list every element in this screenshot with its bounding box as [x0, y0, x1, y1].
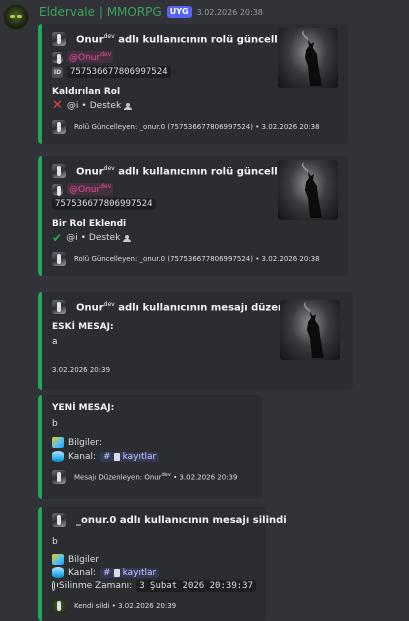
cross-icon: ✕ [52, 98, 63, 113]
info-icon [52, 554, 64, 565]
embed-thumbnail[interactable] [280, 300, 340, 360]
embed-footer: Mesajı Düzenleyen: Onurdev • 3.02.2026 2… [52, 470, 252, 484]
channel-mention[interactable]: # kayıtlar [100, 451, 160, 462]
footer-avatar-icon [52, 470, 66, 484]
info-icon [52, 437, 64, 448]
people-icon [123, 234, 132, 242]
app-tag: UYG [166, 6, 192, 18]
user-mention[interactable]: @Onurdev [67, 183, 114, 195]
document-icon [113, 452, 120, 461]
embed-title: Onurdev adlı kullanıcının rolü güncellen… [76, 164, 303, 178]
embed-title-row: _onur.0 adlı kullanıcının mesajı silindi [52, 513, 287, 527]
embed-message-deleted: _onur.0 adlı kullanıcının mesajı silindi… [38, 507, 287, 621]
user-id: 757536677806997524 [52, 198, 156, 210]
role-chip[interactable]: @i • Destek [66, 233, 132, 243]
avatar-eye-right [17, 15, 22, 18]
check-icon: ✔ [52, 231, 63, 245]
message-timestamp[interactable]: 3.02.2026 20:38 [197, 8, 263, 17]
user-id: 757536677806997524 [67, 66, 171, 78]
mention-avatar-icon [52, 183, 63, 196]
field-name: YENİ MESAJ: [52, 403, 115, 413]
embed-role-added: Onurdev adlı kullanıcının rolü güncellen… [38, 156, 348, 276]
footer-avatar-icon [52, 599, 66, 613]
channel-label: Kanal: [68, 451, 97, 462]
mention-avatar-icon [52, 51, 63, 64]
people-icon [124, 102, 133, 110]
footer-text: 3.02.2026 20:39 [52, 366, 111, 374]
embed-footer: Rolü Güncelleyen: _onur.0 (7575366778069… [52, 252, 338, 266]
channel-mention[interactable]: # kayıtlar [100, 567, 160, 578]
field-name: Kaldırılan Rol [52, 87, 121, 97]
channel-row: Kanal: # kayıtlar [52, 451, 252, 462]
wolf-image [301, 30, 322, 86]
embed-message-edited-old: Onurdev adlı kullanıcının mesajı düzenle… [38, 292, 353, 390]
embed-role-removed: Onurdev adlı kullanıcının rolü güncellen… [38, 24, 348, 144]
footer-avatar-icon [52, 120, 66, 134]
user-avatar-icon [52, 513, 66, 527]
info-row: Bilgiler: [52, 437, 252, 448]
channel-row: Kanal: # kayıtlar [52, 567, 256, 578]
info-label: Bilgiler [68, 554, 100, 565]
field-value: b [52, 537, 58, 547]
role-row: ✕ @i • Destek [52, 98, 338, 113]
footer-avatar-icon [52, 252, 66, 266]
wolf-image [303, 302, 324, 358]
embed-title: Onurdev adlı kullanıcının rolü güncellen… [76, 32, 303, 46]
deleted-time-row: Silinme Zamanı: 3 Şubat 2026 20:39:37 [52, 580, 256, 592]
database-icon [52, 451, 64, 462]
database-icon [52, 567, 64, 578]
deleted-label: Silinme Zamanı: [58, 581, 133, 591]
clock-icon [52, 581, 58, 591]
field-name: Bir Rol Eklendi [52, 219, 127, 229]
embed-message-edited-new: YENİ MESAJ: b Bilgiler: Kanal: # kayıtlar… [38, 395, 262, 499]
embed-thumbnail[interactable] [278, 28, 338, 88]
embed-title: _onur.0 adlı kullanıcının mesajı silindi [76, 514, 287, 526]
avatar-eye-left [10, 15, 15, 18]
footer-text: Kendi sildi • 3.02.2026 20:39 [74, 602, 177, 610]
deleted-time: 3 Şubat 2026 20:39:37 [136, 580, 256, 592]
bot-avatar[interactable] [3, 4, 29, 30]
embed-footer: Rolü Güncelleyen: _onur.0 (7575366778069… [52, 120, 338, 134]
footer-text: Rolü Güncelleyen: _onur.0 (7575366778069… [74, 123, 320, 131]
channel-label: Kanal: [68, 567, 97, 578]
user-avatar-icon [52, 164, 66, 178]
info-label: Bilgiler: [68, 437, 103, 448]
info-row: Bilgiler [52, 554, 256, 565]
id-icon: ID [52, 66, 63, 78]
footer-text: Rolü Güncelleyen: _onur.0 (7575366778069… [74, 255, 320, 263]
author-name[interactable]: Eldervale | MMORPG [39, 5, 162, 19]
user-mention[interactable]: @Onurdev [67, 51, 114, 63]
embed-thumbnail[interactable] [278, 160, 338, 220]
embed-title: Onurdev adlı kullanıcının mesajı düzenle… [76, 300, 314, 314]
field-value: b [52, 419, 58, 429]
user-avatar-icon [52, 300, 66, 314]
role-chip[interactable]: @i • Destek [67, 101, 133, 111]
hash-icon: # [103, 567, 111, 578]
document-icon [113, 568, 120, 577]
message-header: Eldervale | MMORPG UYG 3.02.2026 20:38 [39, 4, 263, 20]
embed-footer: Kendi sildi • 3.02.2026 20:39 [52, 599, 256, 613]
role-row: ✔ @i • Destek [52, 232, 338, 244]
wolf-image [301, 162, 322, 218]
user-avatar-icon [52, 32, 66, 46]
footer-text: Mesajı Düzenleyen: Onurdev • 3.02.2026 2… [74, 472, 238, 482]
hash-icon: # [103, 451, 111, 462]
